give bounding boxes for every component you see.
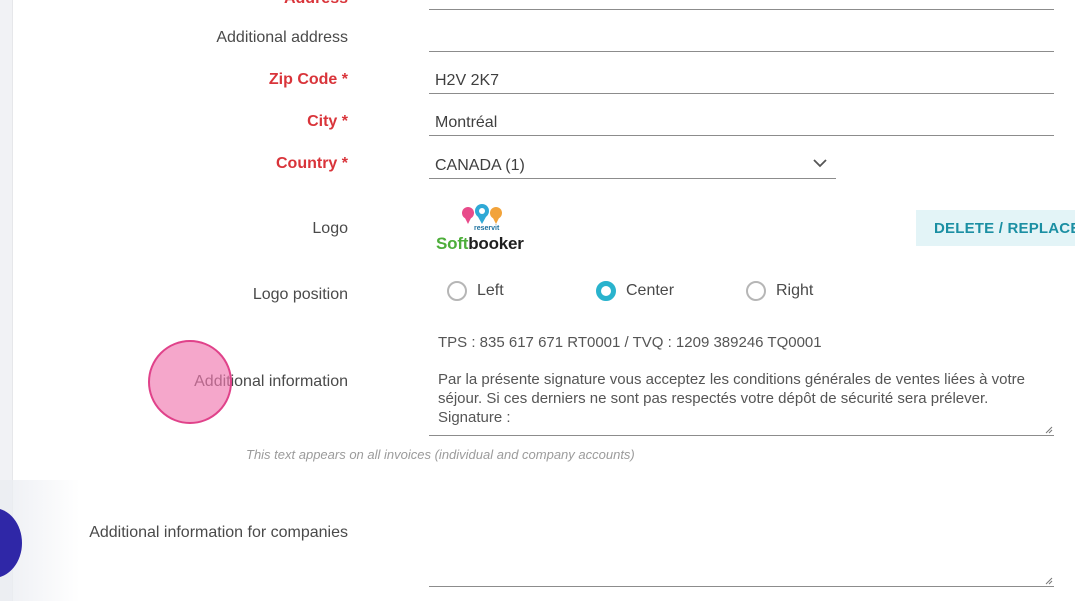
- radio-center-label: Center: [626, 282, 675, 299]
- country-label: Country *: [276, 155, 348, 172]
- additional-info-line-3: Signature :: [438, 409, 511, 426]
- logo-image: reservit Softbooker: [436, 203, 536, 253]
- additional-info-textarea[interactable]: TPS : 835 617 671 RT0001 / TVQ : 1209 38…: [429, 333, 1054, 436]
- delete-replace-button[interactable]: DELETE / REPLACE: [916, 210, 1075, 246]
- radio-left-circle[interactable]: [447, 281, 467, 301]
- city-value: Montréal: [435, 114, 498, 131]
- additional-info-line-1: TPS : 835 617 671 RT0001 / TVQ : 1209 38…: [438, 334, 822, 351]
- additional-address-label: Additional address: [216, 29, 348, 46]
- zip-code-label: Zip Code *: [268, 71, 348, 88]
- additional-info-hint: This text appears on all invoices (indiv…: [246, 447, 635, 462]
- country-select[interactable]: CANADA (1): [429, 151, 836, 179]
- logo-position-label: Logo position: [252, 286, 348, 303]
- additional-info-line-2: Par la présente signature vous acceptez …: [438, 371, 1026, 407]
- radio-center[interactable]: Center: [596, 278, 674, 304]
- additional-info-companies-label: Additional information for companies: [89, 524, 348, 541]
- address-label: Address: [284, 0, 348, 8]
- city-field[interactable]: Montréal: [429, 108, 1054, 136]
- zip-code-field[interactable]: H2V 2K7: [429, 66, 1054, 94]
- logo-sub-text: reservit: [474, 225, 500, 232]
- logo-wordmark-soft: Soft: [436, 234, 469, 253]
- logo-wordmark-booker: booker: [468, 234, 524, 253]
- tap-indicator: [148, 340, 232, 424]
- resize-grip-icon[interactable]: [1045, 426, 1053, 434]
- zip-code-value: H2V 2K7: [435, 72, 500, 89]
- additional-address-field[interactable]: [429, 24, 1054, 52]
- additional-info-companies-textarea[interactable]: [429, 520, 1054, 587]
- country-value: CANADA (1): [435, 157, 525, 174]
- chevron-down-icon[interactable]: [812, 155, 828, 171]
- radio-center-circle[interactable]: [596, 281, 616, 301]
- logo-wordmark: Softbooker: [436, 234, 524, 254]
- radio-right-label: Right: [776, 282, 814, 299]
- resize-grip-icon[interactable]: [1045, 577, 1053, 585]
- city-label: City *: [307, 113, 348, 130]
- logo-label: Logo: [312, 220, 348, 237]
- radio-left[interactable]: Left: [447, 278, 504, 304]
- radio-right[interactable]: Right: [746, 278, 813, 304]
- radio-left-label: Left: [477, 282, 504, 299]
- address-field[interactable]: [429, 0, 1054, 10]
- radio-right-circle[interactable]: [746, 281, 766, 301]
